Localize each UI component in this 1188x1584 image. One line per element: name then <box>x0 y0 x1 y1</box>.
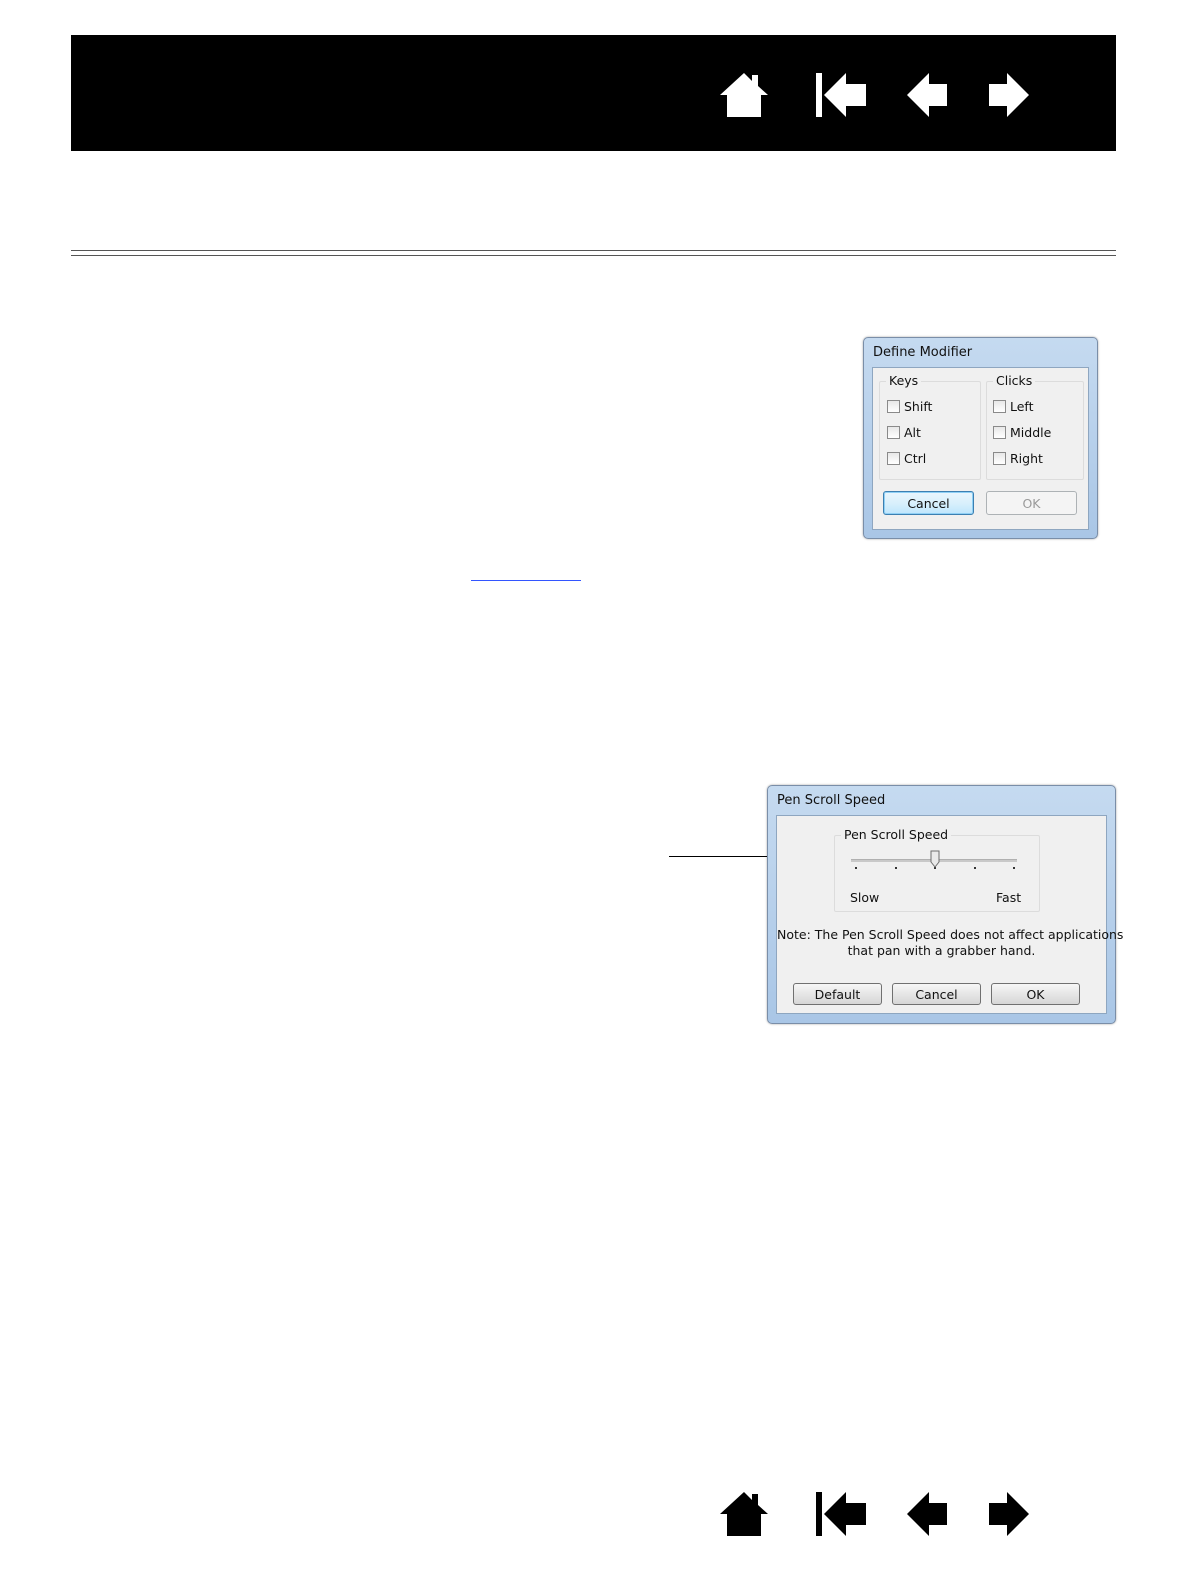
middle-click-checkbox[interactable]: Middle <box>993 425 1051 440</box>
checkbox-box[interactable] <box>993 452 1006 465</box>
right-click-checkbox[interactable]: Right <box>993 451 1043 466</box>
checkbox-label: Shift <box>904 399 933 414</box>
section-rule-top <box>71 250 1116 251</box>
define-modifier-dialog: Define Modifier Keys Clicks Shift Alt Ct… <box>863 337 1098 539</box>
default-button[interactable]: Default <box>793 983 882 1005</box>
checkbox-label: Right <box>1010 451 1043 466</box>
home-icon[interactable] <box>718 1489 770 1539</box>
home-icon[interactable] <box>718 70 770 120</box>
previous-page-icon[interactable] <box>905 70 949 120</box>
left-click-checkbox[interactable]: Left <box>993 399 1034 414</box>
clicks-group-label: Clicks <box>993 373 1036 388</box>
checkbox-box[interactable] <box>887 400 900 413</box>
dialog-body: Pen Scroll Speed Slow Fast Note: The Pen… <box>776 815 1124 1014</box>
checkbox-label: Ctrl <box>904 451 927 466</box>
slider-tick <box>973 867 976 869</box>
dialog-title: Pen Scroll Speed <box>777 793 886 808</box>
note-line-1: Note: The Pen Scroll Speed does not affe… <box>777 927 1124 942</box>
first-page-icon[interactable] <box>814 1489 868 1539</box>
cancel-button[interactable]: Cancel <box>883 491 974 515</box>
scroll-speed-slider-thumb[interactable] <box>930 850 940 868</box>
previous-page-icon[interactable] <box>905 1489 949 1539</box>
next-page-icon[interactable] <box>987 1489 1031 1539</box>
ok-button[interactable]: OK <box>986 491 1077 515</box>
checkbox-label: Middle <box>1010 425 1052 440</box>
slider-tick <box>1013 867 1015 869</box>
checkbox-box[interactable] <box>993 426 1006 439</box>
ok-button[interactable]: OK <box>991 983 1080 1005</box>
alt-checkbox[interactable]: Alt <box>887 425 921 440</box>
checkbox-box[interactable] <box>887 426 900 439</box>
cancel-button[interactable]: Cancel <box>892 983 981 1005</box>
header-bar <box>71 35 1116 151</box>
slow-label: Slow <box>850 890 880 905</box>
shift-checkbox[interactable]: Shift <box>887 399 932 414</box>
slider-tick <box>855 867 857 869</box>
checkbox-box[interactable] <box>993 400 1006 413</box>
dialog-title: Define Modifier <box>873 345 973 360</box>
first-page-icon[interactable] <box>814 70 868 120</box>
checkbox-label: Alt <box>904 425 921 440</box>
fast-label: Fast <box>996 890 1022 905</box>
checkbox-box[interactable] <box>887 452 900 465</box>
dialog-body: Keys Clicks Shift Alt Ctrl Left Middle R… <box>872 367 1089 530</box>
checkbox-label: Left <box>1010 399 1034 414</box>
pen-scroll-speed-group-label: Pen Scroll Speed <box>841 827 952 842</box>
slider-tick <box>894 867 897 869</box>
pen-scroll-speed-dialog: Pen Scroll Speed Pen Scroll Speed Slow F… <box>767 785 1124 1024</box>
section-rule-bottom <box>71 255 1116 256</box>
hyperlink-underline[interactable] <box>471 580 581 581</box>
next-page-icon[interactable] <box>987 70 1031 120</box>
ctrl-checkbox[interactable]: Ctrl <box>887 451 926 466</box>
keys-group-label: Keys <box>886 373 922 388</box>
note-line-2: that pan with a grabber hand. <box>847 943 1036 958</box>
